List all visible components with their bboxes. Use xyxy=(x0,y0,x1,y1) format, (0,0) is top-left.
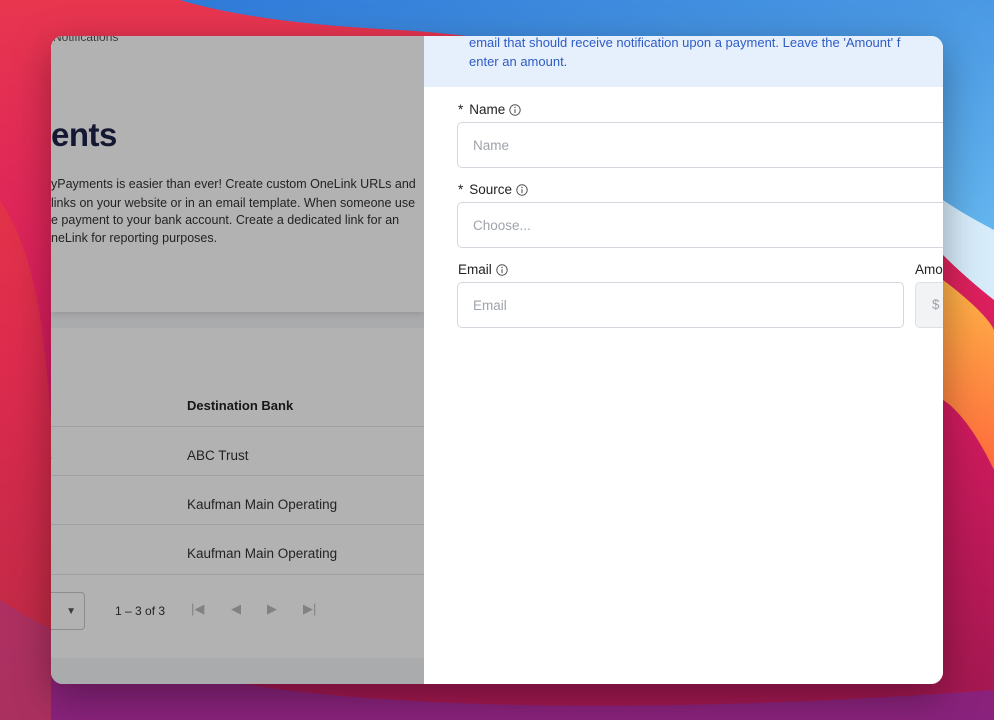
amount-label-text: Amo xyxy=(915,262,943,277)
name-label-text: Name xyxy=(469,102,506,117)
banner-text-line: email that should receive notification u… xyxy=(469,36,901,50)
info-banner: email that should receive notification u… xyxy=(424,36,943,87)
currency-prefix: $ xyxy=(932,297,940,312)
name-label: * Name xyxy=(458,102,521,117)
source-label: * Source xyxy=(458,182,528,197)
email-field[interactable] xyxy=(457,282,904,328)
email-label: Email xyxy=(458,262,508,277)
required-mark: * xyxy=(458,102,464,117)
modal-backdrop[interactable] xyxy=(51,36,424,684)
name-input[interactable] xyxy=(457,122,943,168)
info-circle-icon[interactable] xyxy=(516,183,528,196)
background-page: Notifications ents yPayments is easier t… xyxy=(51,36,424,684)
source-select[interactable] xyxy=(457,202,943,248)
required-mark: * xyxy=(458,182,464,197)
amount-label: Amo xyxy=(915,262,943,277)
email-label-text: Email xyxy=(458,262,492,277)
create-onelink-drawer: email that should receive notification u… xyxy=(424,36,943,684)
source-label-text: Source xyxy=(469,182,513,197)
info-circle-icon[interactable] xyxy=(496,263,508,276)
amount-input[interactable]: $ xyxy=(915,282,943,328)
info-circle-icon[interactable] xyxy=(509,103,521,116)
banner-text-line: enter an amount. xyxy=(469,54,568,69)
app-window: Notifications ents yPayments is easier t… xyxy=(51,36,943,684)
